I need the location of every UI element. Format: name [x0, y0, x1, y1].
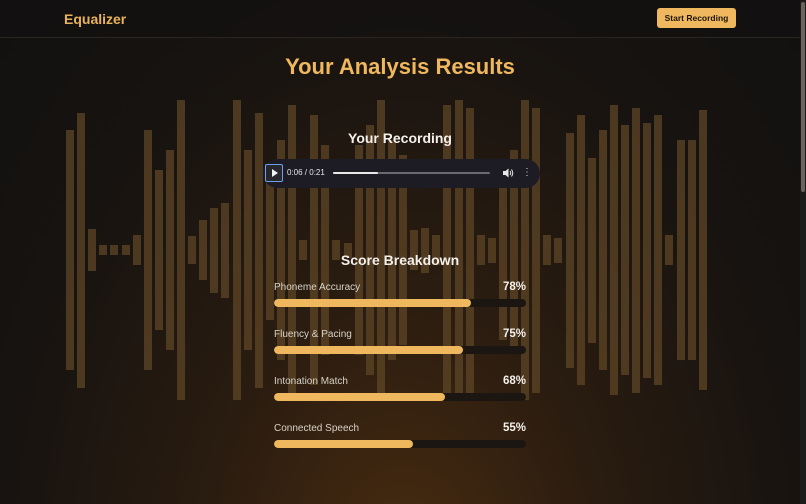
score-track [274, 299, 526, 307]
time-display: 0:06 / 0:21 [287, 168, 325, 177]
waveform-bar [643, 122, 652, 378]
waveform-bar [199, 220, 208, 280]
waveform-bar [687, 140, 696, 360]
waveform-bar [143, 130, 152, 370]
waveform-bar [576, 115, 585, 385]
waveform-bar [210, 207, 219, 293]
page-title: Your Analysis Results [285, 54, 515, 79]
waveform-bar [221, 202, 230, 298]
audio-player: 0:06 / 0:21 ⋮ [263, 159, 540, 188]
score-fill [274, 440, 413, 448]
waveform-bar [77, 112, 86, 388]
recording-heading: Your Recording [348, 130, 452, 146]
waveform-bar [254, 112, 263, 388]
brand-logo[interactable]: Equalizer [64, 11, 126, 27]
scrollbar-thumb[interactable] [801, 2, 805, 192]
score-fill [274, 299, 471, 307]
score-track [274, 440, 526, 448]
waveform-bar [165, 150, 174, 350]
top-bar: Equalizer Start Recording [0, 0, 800, 38]
score-breakdown-heading: Score Breakdown [340, 252, 460, 268]
waveform-bar [632, 107, 641, 393]
score-row-connected-speech: Connected Speech 55% [274, 422, 526, 453]
score-track [274, 393, 526, 401]
seek-progress [333, 172, 378, 174]
score-label: Phoneme Accuracy [274, 282, 361, 293]
score-row-intonation-match: Intonation Match 68% [274, 375, 526, 406]
score-percent: 55% [502, 422, 526, 434]
waveform-bar [154, 170, 163, 330]
waveform-bar [66, 130, 74, 370]
more-options-icon[interactable]: ⋮ [522, 167, 532, 179]
score-percent: 68% [502, 375, 526, 387]
waveform-bar [587, 157, 596, 343]
play-button[interactable] [265, 164, 283, 182]
score-fill [274, 346, 463, 354]
seek-bar[interactable] [333, 172, 490, 174]
waveform-bar [532, 107, 541, 393]
score-percent: 75% [502, 328, 526, 340]
waveform-bar [243, 150, 252, 350]
waveform-bar [698, 110, 707, 390]
start-recording-button[interactable]: Start Recording [657, 8, 736, 28]
waveform-bar [621, 125, 629, 375]
score-label: Connected Speech [274, 423, 360, 434]
score-percent: 78% [502, 281, 526, 293]
play-icon [272, 169, 278, 177]
page-scrollbar[interactable] [800, 0, 806, 504]
score-label: Intonation Match [274, 376, 348, 387]
score-row-phoneme-accuracy: Phoneme Accuracy 78% [274, 281, 526, 312]
waveform-bar [565, 132, 574, 368]
waveform-bar [598, 130, 607, 370]
score-row-fluency-pacing: Fluency & Pacing 75% [274, 328, 526, 359]
waveform-bar [265, 180, 274, 320]
score-track [274, 346, 526, 354]
volume-icon[interactable] [502, 167, 514, 179]
waveform-bar [609, 105, 618, 395]
waveform-bar [676, 140, 685, 360]
waveform-bar [654, 115, 663, 385]
score-fill [274, 393, 446, 401]
score-label: Fluency & Pacing [274, 329, 352, 340]
